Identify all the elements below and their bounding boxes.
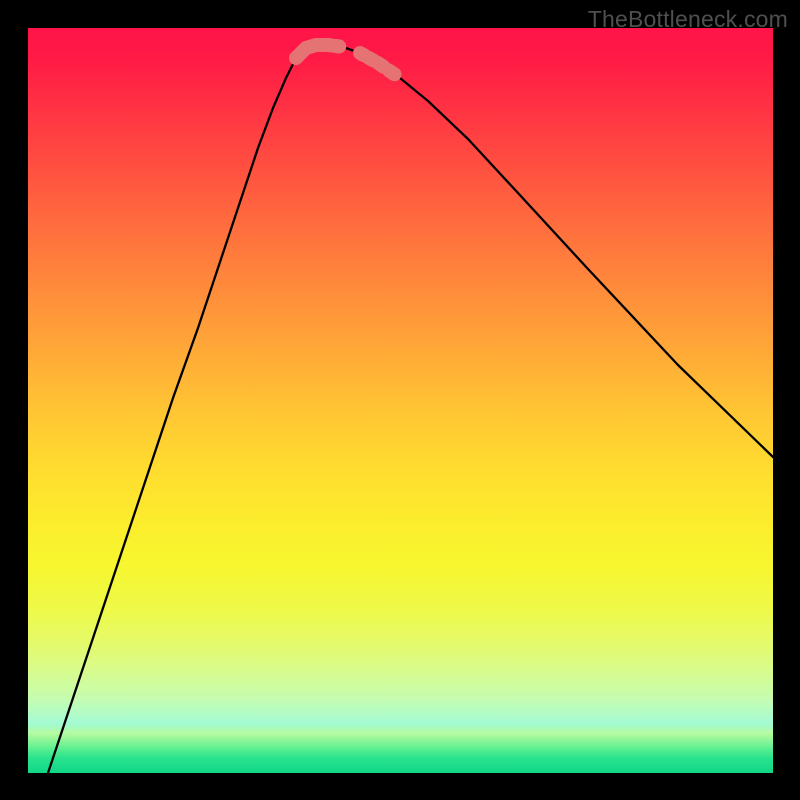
bottleneck-curve-path [48,45,773,773]
watermark-text: TheBottleneck.com [588,6,788,33]
chart-frame: TheBottleneck.com [0,0,800,800]
left-pink-dots-bead [336,46,340,47]
bottleneck-curve-svg [28,28,773,773]
right-pink-dots-bead [378,63,384,67]
plot-area [28,28,773,773]
right-pink-dots-bead [389,71,395,75]
